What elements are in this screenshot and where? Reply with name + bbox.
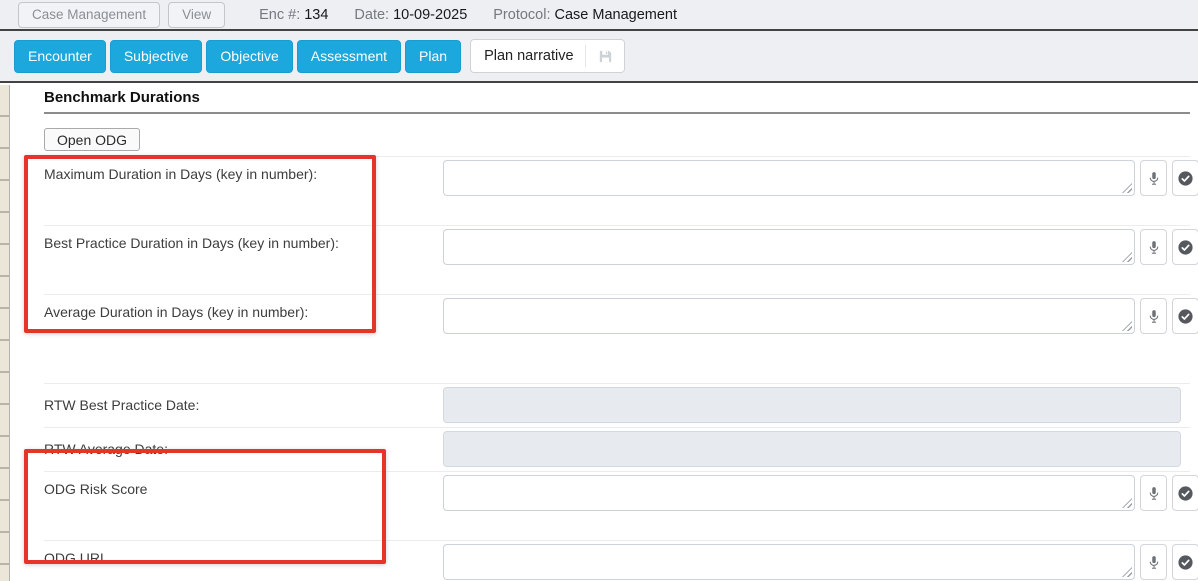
form-row-odg-risk-score: ODG Risk Score: [44, 471, 1190, 540]
protocol: Protocol: Case Management: [493, 7, 677, 23]
form-row-rtw-best-practice-date: RTW Best Practice Date:: [44, 383, 1190, 427]
best-practice-duration-input[interactable]: [443, 229, 1135, 265]
average-duration-input[interactable]: [443, 298, 1135, 334]
view-button[interactable]: View: [168, 2, 225, 28]
check-circle-icon: [1177, 308, 1194, 325]
textarea-wrap: [443, 160, 1135, 196]
check-circle-icon: [1177, 485, 1194, 502]
check-circle-icon: [1177, 170, 1194, 187]
textarea-wrap: [443, 298, 1135, 334]
textarea-wrap: [443, 475, 1135, 511]
rtw-average-date-input: [443, 431, 1181, 467]
textarea-wrap: [443, 229, 1135, 265]
microphone-icon: [1147, 170, 1161, 187]
microphone-icon: [1147, 485, 1161, 502]
confirm-button[interactable]: [1172, 475, 1198, 511]
maximum-duration-input[interactable]: [443, 160, 1135, 196]
dictate-button[interactable]: [1140, 298, 1167, 334]
button-divider: [585, 45, 586, 67]
form-row-maximum-duration: Maximum Duration in Days (key in number)…: [44, 156, 1190, 225]
field-label: RTW Average Date:: [44, 428, 443, 471]
rtw-best-practice-date-input: [443, 387, 1181, 423]
window-header-bar: Case Management View Enc #:134 Date:10-0…: [0, 0, 1198, 31]
check-circle-icon: [1177, 554, 1194, 571]
plan-narrative-button[interactable]: Plan narrative: [470, 39, 624, 73]
date-label: Date:: [354, 7, 389, 23]
check-circle-icon: [1177, 239, 1194, 256]
odg-risk-score-input[interactable]: [443, 475, 1135, 511]
dictate-button[interactable]: [1140, 229, 1167, 265]
textarea-wrap: [443, 544, 1135, 580]
plan-narrative-label: Plan narrative: [484, 48, 573, 64]
dictate-button[interactable]: [1140, 544, 1167, 580]
protocol-label: Protocol:: [493, 7, 550, 23]
odg-url-input[interactable]: [443, 544, 1135, 580]
tab-encounter[interactable]: Encounter: [14, 40, 106, 73]
form-row-rtw-average-date: RTW Average Date:: [44, 427, 1190, 471]
save-icon: [597, 48, 614, 65]
confirm-button[interactable]: [1172, 229, 1198, 265]
tab-objective[interactable]: Objective: [206, 40, 292, 73]
encounter-date: Date:10-09-2025: [354, 7, 467, 23]
soap-tab-bar: Encounter Subjective Objective Assessmen…: [0, 31, 1198, 83]
tab-subjective[interactable]: Subjective: [110, 40, 203, 73]
field-label: Average Duration in Days (key in number)…: [44, 295, 443, 363]
field-label: ODG Risk Score: [44, 472, 443, 540]
case-management-button[interactable]: Case Management: [18, 2, 160, 28]
protocol-value: Case Management: [555, 7, 678, 23]
confirm-button[interactable]: [1172, 298, 1198, 334]
open-odg-button[interactable]: Open ODG: [44, 128, 140, 151]
benchmark-form: Maximum Duration in Days (key in number)…: [44, 156, 1190, 581]
section-title: Benchmark Durations: [44, 89, 1190, 114]
form-row-best-practice-duration: Best Practice Duration in Days (key in n…: [44, 225, 1190, 294]
confirm-button[interactable]: [1172, 160, 1198, 196]
tab-assessment[interactable]: Assessment: [297, 40, 401, 73]
form-row-average-duration: Average Duration in Days (key in number)…: [44, 294, 1190, 363]
form-row-odg-url: ODG URL: [44, 540, 1190, 581]
tab-plan[interactable]: Plan: [405, 40, 461, 73]
field-label: ODG URL: [44, 541, 443, 581]
field-label: RTW Best Practice Date:: [44, 384, 443, 427]
microphone-icon: [1147, 239, 1161, 256]
microphone-icon: [1147, 554, 1161, 571]
dictate-button[interactable]: [1140, 475, 1167, 511]
encounter-number: Enc #:134: [259, 7, 328, 23]
enc-value: 134: [304, 7, 328, 23]
dictate-button[interactable]: [1140, 160, 1167, 196]
plan-panel: Benchmark Durations Open ODG Maximum Dur…: [0, 83, 1198, 581]
enc-label: Enc #:: [259, 7, 300, 23]
microphone-icon: [1147, 308, 1161, 325]
field-label: Best Practice Duration in Days (key in n…: [44, 226, 443, 294]
confirm-button[interactable]: [1172, 544, 1198, 580]
date-value: 10-09-2025: [393, 7, 467, 23]
field-label: Maximum Duration in Days (key in number)…: [44, 157, 443, 225]
